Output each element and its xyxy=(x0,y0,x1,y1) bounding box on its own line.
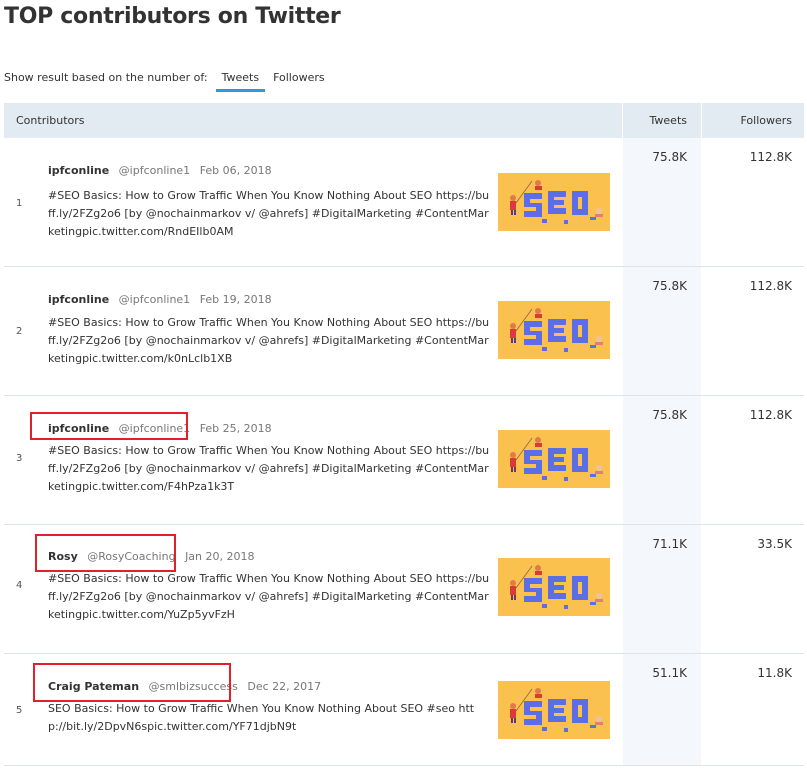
table-row[interactable]: 1 ipfconline @ipfconline1 Feb 06, 2018 #… xyxy=(4,138,804,267)
author-name[interactable]: ipfconline xyxy=(48,293,109,306)
followers-count: 112.8K xyxy=(701,396,804,524)
filter-label: Show result based on the number of: xyxy=(4,71,208,84)
followers-count: 112.8K xyxy=(701,267,804,395)
tweets-count: 75.8K xyxy=(622,138,701,266)
author-handle[interactable]: @ipfconline1 xyxy=(119,422,191,435)
tweet-text: #SEO Basics: How to Grow Traffic When Yo… xyxy=(48,444,490,493)
author-name[interactable]: ipfconline xyxy=(48,422,109,435)
table-row[interactable]: 5 Craig Pateman @smlbizsuccess Dec 22, 2… xyxy=(4,654,804,766)
sort-filter: Show result based on the number of: Twee… xyxy=(4,67,333,93)
rank-number: 3 xyxy=(16,453,23,464)
followers-count: 11.8K xyxy=(701,654,804,765)
tweet-image-thumbnail[interactable] xyxy=(498,558,610,616)
rank-number: 4 xyxy=(16,580,23,591)
column-header-followers[interactable]: Followers xyxy=(701,103,804,138)
followers-count: 112.8K xyxy=(701,138,804,266)
tweet-image-thumbnail[interactable] xyxy=(498,681,610,739)
author-handle[interactable]: @RosyCoaching xyxy=(87,550,175,563)
tweet-date: Feb 25, 2018 xyxy=(199,422,272,435)
table-header: Contributors Tweets Followers xyxy=(4,103,804,138)
tweets-count: 75.8K xyxy=(622,396,701,524)
contributor-cell: 3 ipfconline @ipfconline1 Feb 25, 2018 #… xyxy=(4,396,622,524)
contributor-cell: 4 Rosy @RosyCoaching Jan 20, 2018 #SEO B… xyxy=(4,525,622,653)
author-handle[interactable]: @smlbizsuccess xyxy=(149,680,238,693)
table-row[interactable]: 2 ipfconline @ipfconline1 Feb 19, 2018 #… xyxy=(4,267,804,396)
column-header-contributors: Contributors xyxy=(16,114,85,127)
contributor-cell: 5 Craig Pateman @smlbizsuccess Dec 22, 2… xyxy=(4,654,622,765)
tweet-image-thumbnail[interactable] xyxy=(498,173,610,231)
tweets-count: 51.1K xyxy=(622,654,701,765)
author-handle[interactable]: @ipfconline1 xyxy=(119,293,191,306)
tweet-meta: ipfconline @ipfconline1 Feb 25, 2018 xyxy=(48,422,272,435)
tweets-count: 75.8K xyxy=(622,267,701,395)
tab-tweets[interactable]: Tweets xyxy=(215,67,266,92)
author-name[interactable]: ipfconline xyxy=(48,164,109,177)
tweet-text: #SEO Basics: How to Grow Traffic When Yo… xyxy=(48,189,490,238)
tweet-date: Feb 19, 2018 xyxy=(199,293,272,306)
tweet-meta: ipfconline @ipfconline1 Feb 19, 2018 xyxy=(48,293,272,306)
column-header-tweets[interactable]: Tweets xyxy=(622,103,701,138)
rank-number: 1 xyxy=(16,198,23,209)
tweet-date: Feb 06, 2018 xyxy=(199,164,272,177)
author-name[interactable]: Craig Pateman xyxy=(48,680,139,693)
contributor-cell: 1 ipfconline @ipfconline1 Feb 06, 2018 #… xyxy=(4,138,622,266)
tweet-meta: Craig Pateman @smlbizsuccess Dec 22, 201… xyxy=(48,680,321,693)
author-name[interactable]: Rosy xyxy=(48,550,78,563)
table-row[interactable]: 3 ipfconline @ipfconline1 Feb 25, 2018 #… xyxy=(4,396,804,525)
tweet-meta: Rosy @RosyCoaching Jan 20, 2018 xyxy=(48,550,255,563)
followers-count: 33.5K xyxy=(701,525,804,653)
tweet-image-thumbnail[interactable] xyxy=(498,301,610,359)
table-body: 1 ipfconline @ipfconline1 Feb 06, 2018 #… xyxy=(4,138,804,766)
tweet-text: SEO Basics: How to Grow Traffic When You… xyxy=(48,702,475,733)
tweets-count: 71.1K xyxy=(622,525,701,653)
contributors-table: Contributors Tweets Followers 1 ipfconli… xyxy=(4,103,804,766)
rank-number: 2 xyxy=(16,326,23,337)
author-handle[interactable]: @ipfconline1 xyxy=(119,164,191,177)
rank-number: 5 xyxy=(16,705,23,716)
tweet-text: #SEO Basics: How to Grow Traffic When Yo… xyxy=(48,316,490,365)
tweet-text: #SEO Basics: How to Grow Traffic When Yo… xyxy=(48,572,490,621)
tweet-date: Jan 20, 2018 xyxy=(185,550,255,563)
tweet-meta: ipfconline @ipfconline1 Feb 06, 2018 xyxy=(48,164,272,177)
tweet-date: Dec 22, 2017 xyxy=(247,680,322,693)
tab-followers[interactable]: Followers xyxy=(267,67,331,89)
tweet-image-thumbnail[interactable] xyxy=(498,430,610,488)
contributor-cell: 2 ipfconline @ipfconline1 Feb 19, 2018 #… xyxy=(4,267,622,395)
page-title: TOP contributors on Twitter xyxy=(4,4,341,29)
table-row[interactable]: 4 Rosy @RosyCoaching Jan 20, 2018 #SEO B… xyxy=(4,525,804,654)
